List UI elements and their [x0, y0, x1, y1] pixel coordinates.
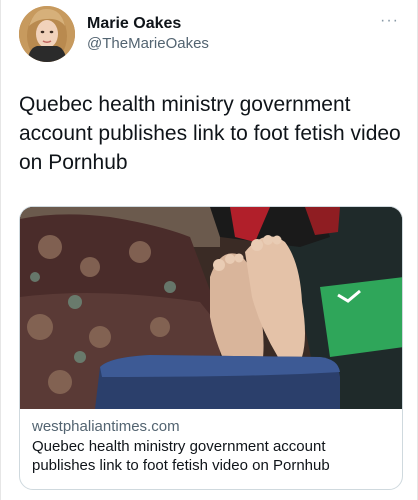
user-names: Marie Oakes @TheMarieOakes: [87, 14, 209, 54]
tweet: Marie Oakes @TheMarieOakes ··· Quebec he…: [0, 0, 418, 500]
user-handle[interactable]: @TheMarieOakes: [87, 34, 209, 54]
display-name[interactable]: Marie Oakes: [87, 14, 209, 34]
avatar-image: [19, 6, 75, 62]
avatar[interactable]: [19, 6, 75, 62]
link-card[interactable]: westphaliantimes.com Quebec health minis…: [19, 206, 403, 490]
card-image: [20, 207, 402, 409]
card-title[interactable]: Quebec health ministry government accoun…: [32, 437, 390, 475]
more-icon[interactable]: ···: [380, 12, 399, 30]
tweet-header: Marie Oakes @TheMarieOakes: [19, 6, 209, 62]
card-photo: [20, 207, 402, 409]
card-domain[interactable]: westphaliantimes.com: [32, 417, 390, 437]
card-body: westphaliantimes.com Quebec health minis…: [20, 409, 402, 475]
tweet-text: Quebec health ministry government accoun…: [19, 93, 401, 174]
